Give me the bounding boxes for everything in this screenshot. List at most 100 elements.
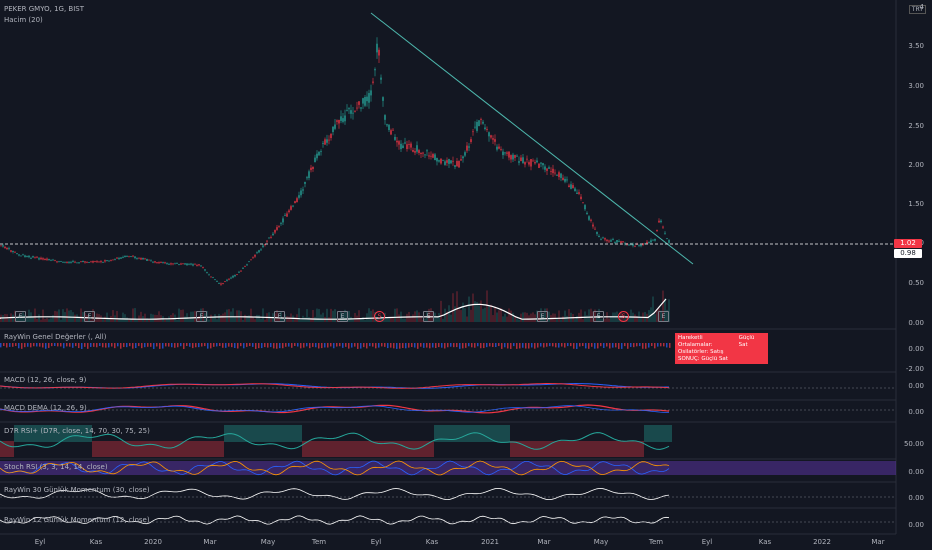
earnings-badge[interactable]: E bbox=[537, 311, 548, 322]
earnings-badge[interactable]: E bbox=[274, 311, 285, 322]
indicator-label[interactable]: Stoch RSI (3, 3, 14, 14, close) bbox=[4, 463, 108, 471]
volume-bar bbox=[264, 319, 266, 322]
volume-bar bbox=[184, 316, 186, 322]
chart-canvas[interactable] bbox=[0, 0, 932, 550]
candle-body bbox=[194, 263, 196, 265]
indicator-label[interactable]: RayWin Genel Değerler (, All) bbox=[4, 333, 106, 341]
candle-body bbox=[208, 274, 210, 276]
volume-bar bbox=[464, 308, 466, 322]
candle-body bbox=[100, 261, 102, 263]
indicator-label[interactable]: MACD (12, 26, close, 9) bbox=[4, 376, 86, 384]
candle-body bbox=[524, 162, 526, 165]
earnings-badge[interactable]: E bbox=[337, 311, 348, 322]
raywin-bar bbox=[618, 343, 620, 349]
candle-body bbox=[258, 250, 260, 253]
candle-body bbox=[332, 126, 334, 132]
volume-bar bbox=[52, 315, 54, 322]
earnings-badge[interactable]: E bbox=[423, 311, 434, 322]
candle-body bbox=[168, 264, 170, 265]
candle-body bbox=[406, 144, 408, 150]
volume-bar bbox=[466, 316, 468, 322]
raywin-bar bbox=[273, 343, 275, 349]
candle-body bbox=[34, 257, 36, 259]
rsi-zone bbox=[644, 425, 646, 442]
candle-body bbox=[562, 177, 564, 181]
candle-body bbox=[104, 260, 106, 262]
volume-bar bbox=[566, 315, 568, 322]
candle-body bbox=[164, 262, 166, 264]
raywin-bar bbox=[360, 343, 362, 349]
candle-body bbox=[540, 162, 542, 164]
indicator-label[interactable]: RayWin 12 Günlük Momentum (12, close) bbox=[4, 516, 150, 524]
earnings-badge[interactable]: E bbox=[593, 311, 604, 322]
volume-bar bbox=[166, 318, 168, 322]
earnings-badge[interactable]: E bbox=[658, 311, 669, 322]
candle-body bbox=[608, 240, 610, 242]
volume-bar bbox=[478, 305, 480, 322]
earnings-badge[interactable]: E bbox=[196, 311, 207, 322]
raywin-bar bbox=[480, 343, 482, 349]
raywin-bar bbox=[75, 343, 77, 347]
candle-body bbox=[206, 272, 208, 273]
volume-bar bbox=[348, 310, 350, 322]
rsi-zone bbox=[562, 441, 564, 457]
volume-bar bbox=[472, 293, 474, 322]
rsi-zone bbox=[610, 441, 612, 457]
volume-bar bbox=[46, 318, 48, 322]
raywin-bar bbox=[213, 343, 215, 347]
rsi-zone bbox=[466, 425, 468, 442]
raywin-bar bbox=[72, 343, 74, 348]
popup-result-label: SONUÇ: bbox=[678, 356, 700, 362]
candle-body bbox=[412, 150, 414, 152]
earnings-badge[interactable]: E bbox=[84, 311, 95, 322]
candle-body bbox=[50, 259, 52, 261]
candle-body bbox=[640, 244, 642, 247]
candle-body bbox=[454, 165, 456, 167]
earnings-badge[interactable]: E bbox=[15, 311, 26, 322]
raywin-bar bbox=[267, 343, 269, 348]
volume-bar bbox=[112, 310, 114, 322]
raywin-bar bbox=[501, 343, 503, 349]
volume-bar bbox=[126, 317, 128, 322]
volume-bar bbox=[116, 310, 118, 322]
volume-label[interactable]: Hacim (20) bbox=[4, 16, 43, 24]
raywin-bar bbox=[639, 343, 641, 347]
raywin-bar bbox=[591, 343, 593, 347]
candle-body bbox=[408, 144, 410, 145]
indicator-label[interactable]: MACD DEMA (12, 26, 9) bbox=[4, 404, 87, 412]
volume-bar bbox=[226, 309, 228, 322]
split-badge[interactable]: S bbox=[618, 311, 629, 322]
rsi-zone bbox=[634, 441, 636, 457]
rsi-zone bbox=[252, 425, 254, 442]
candle-body bbox=[592, 224, 594, 227]
raywin-bar bbox=[429, 343, 431, 349]
volume-bar bbox=[192, 311, 194, 322]
raywin-bar bbox=[36, 343, 38, 347]
indicator-label[interactable]: D7R RSI+ (D7R, close, 14, 70, 30, 75, 25… bbox=[4, 427, 150, 435]
candle-body bbox=[96, 261, 98, 263]
candle-body bbox=[338, 119, 340, 124]
candle-body bbox=[572, 185, 574, 189]
candle-body bbox=[202, 267, 204, 268]
candle-body bbox=[82, 261, 84, 263]
volume-bar bbox=[322, 312, 324, 322]
symbol-title[interactable]: PEKER GMYO, 1G, BIST bbox=[4, 5, 84, 13]
raywin-bar bbox=[87, 343, 89, 349]
candle-body bbox=[120, 257, 122, 259]
time-axis-tick: Mar bbox=[537, 538, 551, 546]
raywin-bar bbox=[348, 343, 350, 349]
candle-body bbox=[28, 255, 30, 258]
indicator-label[interactable]: RayWin 30 Günlük Momentum (30, close) bbox=[4, 486, 150, 494]
split-badge[interactable]: S bbox=[374, 311, 385, 322]
raywin-bar bbox=[606, 343, 608, 347]
rsi-zone bbox=[498, 425, 500, 442]
raywin-bar bbox=[573, 343, 575, 349]
rsi-zone bbox=[542, 441, 544, 457]
raywin-bar bbox=[609, 343, 611, 349]
rsi-zone bbox=[322, 441, 324, 457]
raywin-bar bbox=[162, 343, 164, 349]
raywin-bar bbox=[651, 343, 653, 347]
candle-body bbox=[442, 159, 444, 161]
candle-body bbox=[598, 235, 600, 238]
candle-body bbox=[130, 256, 132, 257]
